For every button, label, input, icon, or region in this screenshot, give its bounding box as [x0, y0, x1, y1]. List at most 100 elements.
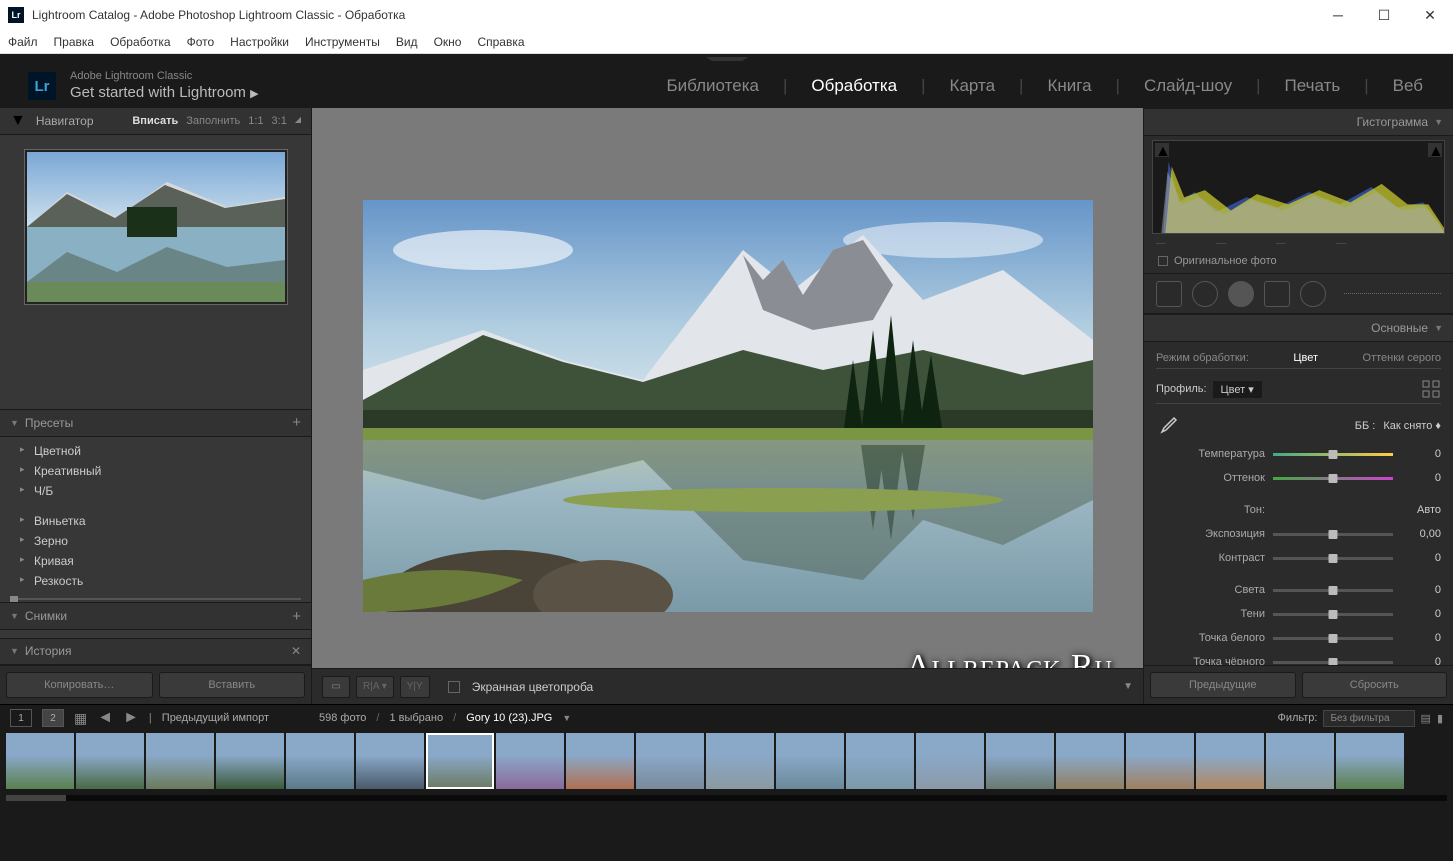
window-minimize-button[interactable]: ─: [1315, 0, 1361, 30]
zoom-3to1[interactable]: 3:1: [272, 115, 287, 127]
filter-toggle-icon[interactable]: ▮: [1437, 712, 1443, 725]
contrast-slider[interactable]: [1273, 557, 1393, 560]
preset-folder[interactable]: Кривая: [0, 551, 311, 571]
wb-dropdown[interactable]: Как снято ♦: [1383, 420, 1441, 432]
primary-display-button[interactable]: 1: [10, 709, 32, 727]
source-label[interactable]: Предыдущий импорт: [162, 712, 269, 724]
presets-header[interactable]: ▼ Пресеты +: [0, 409, 311, 436]
navigator-preview[interactable]: [0, 135, 311, 409]
gradient-tool-icon[interactable]: [1264, 281, 1290, 307]
zoom-more-icon[interactable]: ◢: [295, 115, 301, 127]
previous-button[interactable]: Предыдущие: [1150, 672, 1296, 698]
nav-forward-icon[interactable]: ►: [123, 709, 139, 727]
reset-button[interactable]: Сбросить: [1302, 672, 1448, 698]
nav-back-icon[interactable]: ◄: [97, 709, 113, 727]
filmstrip-thumb[interactable]: 2: [76, 733, 144, 789]
menu-help[interactable]: Справка: [477, 35, 524, 49]
zoom-fill[interactable]: Заполнить: [186, 115, 240, 127]
filmstrip-thumb[interactable]: 18: [1196, 733, 1264, 789]
preset-amount-slider[interactable]: [0, 595, 311, 603]
module-library[interactable]: Библиотека: [665, 76, 761, 96]
zoom-1to1[interactable]: 1:1: [248, 115, 263, 127]
filmstrip-thumb[interactable]: 13: [846, 733, 914, 789]
window-close-button[interactable]: ✕: [1407, 0, 1453, 30]
preset-folder[interactable]: Ч/Б: [0, 481, 311, 501]
filmstrip-thumb[interactable]: 6: [356, 733, 424, 789]
loupe-view[interactable]: Allrepack.Ru ▭ R|A ▾ Y|Y Экранная цветоп…: [312, 108, 1143, 704]
histogram-header[interactable]: Гистограмма ▼: [1144, 108, 1453, 136]
profile-browser-icon[interactable]: [1421, 379, 1441, 399]
preset-folder[interactable]: Виньетка: [0, 511, 311, 531]
navigator-header[interactable]: ▼ Навигатор Вписать Заполнить 1:1 3:1 ◢: [0, 108, 311, 135]
top-panel-grip[interactable]: [0, 54, 1453, 64]
history-header[interactable]: ▼ История ✕: [0, 638, 311, 665]
highlights-slider[interactable]: [1273, 589, 1393, 592]
preset-folder[interactable]: Цветной: [0, 441, 311, 461]
clear-history-icon[interactable]: ✕: [291, 644, 301, 658]
grid-view-icon[interactable]: ▦: [74, 710, 87, 727]
filmstrip-thumb[interactable]: 16: [1056, 733, 1124, 789]
filmstrip-thumb[interactable]: 8: [496, 733, 564, 789]
menu-window[interactable]: Окно: [434, 35, 462, 49]
shadow-clip-icon[interactable]: ▲: [1155, 143, 1169, 157]
original-checkbox[interactable]: [1158, 256, 1168, 266]
filmstrip-thumb[interactable]: 7: [426, 733, 494, 789]
identity-plate[interactable]: Lr Adobe Lightroom Classic Get started w…: [28, 70, 259, 101]
filmstrip-thumb[interactable]: 14: [916, 733, 984, 789]
menu-file[interactable]: Файл: [8, 35, 38, 49]
radial-tool-icon[interactable]: [1300, 281, 1326, 307]
menu-tools[interactable]: Инструменты: [305, 35, 380, 49]
filter-lock-icon[interactable]: ▤: [1421, 712, 1431, 725]
menu-develop[interactable]: Обработка: [110, 35, 171, 49]
compare-yy-button[interactable]: Y|Y: [400, 676, 430, 698]
contrast-value[interactable]: 0: [1401, 552, 1441, 564]
temp-value[interactable]: 0: [1401, 448, 1441, 460]
add-snapshot-icon[interactable]: +: [292, 608, 301, 625]
tint-slider[interactable]: [1273, 477, 1393, 480]
paste-settings-button[interactable]: Вставить: [159, 672, 306, 698]
loupe-view-button[interactable]: ▭: [322, 676, 350, 698]
whites-slider[interactable]: [1273, 637, 1393, 640]
blacks-slider[interactable]: [1273, 661, 1393, 664]
preset-folder[interactable]: Резкость: [0, 571, 311, 591]
filmstrip-thumb[interactable]: 15: [986, 733, 1054, 789]
whites-value[interactable]: 0: [1401, 632, 1441, 644]
filter-dropdown[interactable]: Без фильтра: [1323, 710, 1414, 727]
menu-view[interactable]: Вид: [396, 35, 418, 49]
before-after-button[interactable]: R|A ▾: [356, 676, 394, 698]
filmstrip-thumb[interactable]: 20: [1336, 733, 1404, 789]
window-maximize-button[interactable]: ☐: [1361, 0, 1407, 30]
preset-folder[interactable]: Зерно: [0, 531, 311, 551]
auto-button[interactable]: Авто: [1401, 504, 1441, 516]
filmstrip-thumbnails[interactable]: 1234567891011121314151617181920: [0, 731, 1453, 795]
snapshots-header[interactable]: ▼ Снимки +: [0, 602, 311, 629]
basic-header[interactable]: Основные ▼: [1144, 314, 1453, 342]
crop-tool-icon[interactable]: [1156, 281, 1182, 307]
module-map[interactable]: Карта: [948, 76, 998, 96]
treatment-color[interactable]: Цвет: [1293, 352, 1318, 364]
filmstrip-scrollbar[interactable]: [6, 795, 1447, 801]
menu-settings[interactable]: Настройки: [230, 35, 289, 49]
copy-settings-button[interactable]: Копировать…: [6, 672, 153, 698]
treatment-bw[interactable]: Оттенки серого: [1363, 352, 1441, 364]
add-preset-icon[interactable]: +: [292, 414, 301, 431]
filmstrip-thumb[interactable]: 12: [776, 733, 844, 789]
module-slideshow[interactable]: Слайд-шоу: [1142, 76, 1234, 96]
profile-dropdown[interactable]: Цвет ▾: [1213, 381, 1262, 398]
eyedropper-icon[interactable]: [1156, 414, 1180, 438]
spot-tool-icon[interactable]: [1192, 281, 1218, 307]
module-book[interactable]: Книга: [1045, 76, 1093, 96]
highlights-value[interactable]: 0: [1401, 584, 1441, 596]
filmstrip-thumb[interactable]: 4: [216, 733, 284, 789]
filmstrip-thumb[interactable]: 19: [1266, 733, 1334, 789]
module-print[interactable]: Печать: [1283, 76, 1343, 96]
shadows-slider[interactable]: [1273, 613, 1393, 616]
shadows-value[interactable]: 0: [1401, 608, 1441, 620]
exposure-slider[interactable]: [1273, 533, 1393, 536]
mask-amount-slider[interactable]: [1344, 293, 1441, 294]
histogram-graph[interactable]: ▲ ▲: [1152, 140, 1445, 234]
tint-value[interactable]: 0: [1401, 472, 1441, 484]
module-develop[interactable]: Обработка: [809, 76, 899, 96]
filmstrip-thumb[interactable]: 11: [706, 733, 774, 789]
original-photo-row[interactable]: Оригинальное фото: [1144, 249, 1453, 274]
